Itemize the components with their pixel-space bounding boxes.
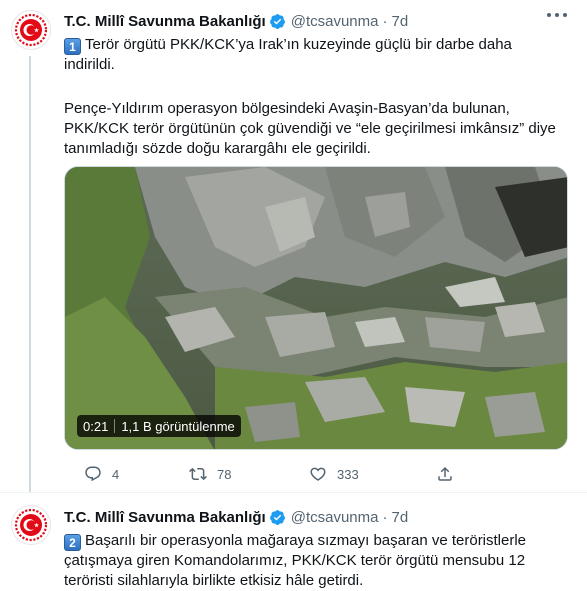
tweet-actions: 4 78 333 (64, 462, 544, 486)
tweet-1[interactable]: T.C. Millî Savunma Bakanlığı @tcsavunma … (0, 0, 587, 493)
video-player[interactable]: 0:21 1,1 B görüntülenme (64, 166, 568, 450)
reply-button[interactable]: 4 (84, 462, 119, 486)
account-handle[interactable]: @tcsavunma (291, 509, 379, 526)
account-name[interactable]: T.C. Millî Savunma Bakanlığı (64, 13, 266, 30)
tweet-header: T.C. Millî Savunma Bakanlığı @tcsavunma … (64, 11, 408, 31)
account-handle[interactable]: @tcsavunma (291, 13, 379, 30)
share-button[interactable] (436, 462, 464, 486)
tweet-text: 1 Terör örgütü PKK/KCK’ya Irak’ın kuzeyin… (64, 35, 572, 159)
share-icon (438, 466, 452, 481)
keycap-one-icon: 1 (64, 38, 81, 55)
text-line: PKK/KCK terör örgütünün çok güvendiği ve… (64, 120, 556, 137)
avatar[interactable] (11, 10, 51, 50)
tweet-header: T.C. Millî Savunma Bakanlığı @tcsavunma … (64, 507, 408, 527)
divider (114, 419, 116, 433)
verified-badge-icon (269, 509, 285, 525)
timestamp[interactable]: 7d (391, 509, 408, 526)
reply-count: 4 (112, 466, 120, 482)
timestamp[interactable]: 7d (391, 13, 408, 30)
video-views: 1,1 B görüntülenme (121, 418, 235, 434)
separator: · (382, 12, 388, 30)
separator: · (382, 508, 388, 526)
thread-line (29, 56, 31, 492)
text-line: teröristi silahlarıyla birlikte etkisiz … (64, 572, 364, 589)
retweet-button[interactable]: 78 (189, 462, 231, 486)
video-info-badge: 0:21 1,1 B görüntülenme (77, 415, 241, 437)
like-button[interactable]: 333 (309, 462, 359, 486)
verified-badge-icon (269, 13, 285, 29)
reply-icon (85, 466, 101, 482)
like-count: 333 (337, 466, 359, 482)
text-line: 2 Başarılı bir operasyonla mağaraya sızma… (64, 531, 572, 551)
retweet-count: 78 (217, 466, 232, 482)
tweet-text: 2 Başarılı bir operasyonla mağaraya sızma… (64, 531, 572, 591)
msb-logo-icon (14, 13, 48, 47)
tweet-2[interactable]: T.C. Millî Savunma Bakanlığı @tcsavunma … (0, 493, 587, 591)
video-duration: 0:21 (83, 418, 109, 434)
account-name[interactable]: T.C. Millî Savunma Bakanlığı (64, 509, 266, 526)
text-line: 1 Terör örgütü PKK/KCK’ya Irak’ın kuzeyin… (64, 35, 572, 55)
text-line: indirildi. (64, 56, 115, 73)
like-icon (310, 467, 326, 481)
text-line: Pençe-Yıldırım operasyon bölgesindeki Av… (64, 100, 510, 117)
keycap-two-icon: 2 (64, 534, 81, 551)
msb-logo-icon (14, 508, 48, 542)
retweet-icon (189, 467, 207, 481)
text-line: çatışmaya giren Komandolarımız, PKK/KCK … (64, 552, 526, 569)
video-thumbnail (65, 167, 567, 449)
more-icon[interactable] (547, 12, 567, 18)
text-line (64, 75, 572, 95)
text-line: tanımladığı sözde doğu karargâhı ele geç… (64, 140, 371, 157)
avatar[interactable] (11, 505, 51, 545)
